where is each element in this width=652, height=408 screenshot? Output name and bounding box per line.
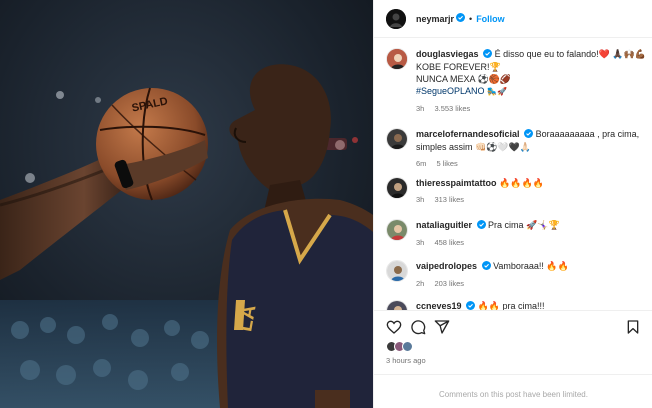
comment-username[interactable]: vaipedrolopes bbox=[416, 261, 477, 271]
liked-by-avatars[interactable] bbox=[386, 341, 413, 353]
comment-username[interactable]: marcelofernandesoficial bbox=[416, 129, 520, 139]
verified-badge-icon bbox=[524, 129, 534, 141]
comments-list[interactable]: douglasviegas É disso que eu to falando!… bbox=[374, 38, 652, 310]
comment-icon[interactable] bbox=[410, 319, 426, 335]
caption-likes[interactable]: 3.553 likes bbox=[434, 104, 470, 113]
author-username[interactable]: neymarjr bbox=[416, 14, 454, 24]
comment-meta: 2h 203 likes bbox=[416, 279, 646, 289]
instagram-post: SPALD LA neymarjr • Follow douglasviegas… bbox=[0, 0, 652, 408]
commenter-avatar[interactable] bbox=[386, 177, 408, 199]
comment-meta: 6m 5 likes bbox=[416, 159, 646, 169]
caption-username[interactable]: douglasviegas bbox=[416, 49, 479, 59]
comment-text: Vamboraaa!! 🔥🔥 bbox=[493, 261, 569, 271]
comment-time[interactable]: 2h bbox=[416, 279, 424, 288]
comment-likes[interactable]: 313 likes bbox=[434, 195, 464, 204]
commenter-avatar[interactable] bbox=[386, 260, 408, 282]
comment-body: ccneves19 🔥🔥 pra cima!!! bbox=[416, 300, 646, 310]
comment-meta: 3h 313 likes bbox=[416, 195, 646, 205]
comment-username[interactable]: thieresspaimtattoo bbox=[416, 178, 497, 188]
comment-body: nataliaguitler Pra cima 🚀🤸🏼‍♀️🏆 3h 458 l… bbox=[416, 219, 646, 248]
post-photo[interactable]: SPALD LA bbox=[0, 0, 373, 408]
verified-badge-icon bbox=[476, 220, 486, 232]
comment-username[interactable]: ccneves19 bbox=[416, 301, 462, 310]
comment-username[interactable]: nataliaguitler bbox=[416, 220, 472, 230]
bookmark-icon[interactable] bbox=[625, 319, 641, 335]
share-icon[interactable] bbox=[434, 319, 450, 335]
comments-limited-notice: Comments on this post have been limited. bbox=[374, 374, 652, 408]
liker-avatar bbox=[402, 341, 413, 352]
comment-time[interactable]: 6m bbox=[416, 159, 426, 168]
post-timestamp[interactable]: 3 hours ago bbox=[386, 356, 426, 365]
commenter-avatar[interactable] bbox=[386, 48, 408, 70]
comment-likes[interactable]: 458 likes bbox=[434, 238, 464, 247]
caption-line-1: É disso que eu to falando!❤️ 🙏🏿🙌🏾💪🏾 bbox=[494, 49, 646, 59]
commenter-avatar[interactable] bbox=[386, 219, 408, 241]
comment-body: marcelofernandesoficial Boraaaaaaaaa , p… bbox=[416, 128, 646, 169]
comment-text: 🔥🔥🔥🔥 bbox=[499, 178, 544, 188]
caption-body: douglasviegas É disso que eu to falando!… bbox=[416, 48, 646, 114]
caption-time[interactable]: 3h bbox=[416, 104, 424, 113]
action-bar bbox=[374, 310, 652, 340]
svg-text:LA: LA bbox=[234, 303, 260, 333]
comment-meta: 3h 458 likes bbox=[416, 238, 646, 248]
follow-button[interactable]: Follow bbox=[476, 14, 505, 24]
commenter-avatar[interactable] bbox=[386, 300, 408, 310]
comment-item: marcelofernandesoficial Boraaaaaaaaa , p… bbox=[386, 128, 648, 168]
caption-hashtag[interactable]: #SegueOPLANO bbox=[416, 86, 485, 96]
comment-time[interactable]: 3h bbox=[416, 238, 424, 247]
caption: douglasviegas É disso que eu to falando!… bbox=[386, 48, 648, 124]
verified-badge-icon bbox=[456, 13, 466, 24]
caption-line-3: NUNCA MEXA ⚽️🏀🏈 bbox=[416, 74, 512, 84]
verified-badge-icon bbox=[481, 261, 491, 273]
comment-item: nataliaguitler Pra cima 🚀🤸🏼‍♀️🏆 3h 458 l… bbox=[386, 219, 648, 253]
comment-item: thieresspaimtattoo 🔥🔥🔥🔥 3h 313 likes bbox=[386, 177, 648, 211]
comment-item: ccneves19 🔥🔥 pra cima!!! bbox=[386, 300, 648, 310]
caption-meta: 3h 3.553 likes bbox=[416, 104, 646, 114]
caption-hashtag-emoji: 🛼🚀 bbox=[487, 87, 507, 96]
kobe-basketball-photo: SPALD LA bbox=[0, 0, 373, 408]
comment-time[interactable]: 3h bbox=[416, 195, 424, 204]
comment-likes[interactable]: 5 likes bbox=[437, 159, 458, 168]
heart-icon[interactable] bbox=[386, 319, 402, 335]
post-header: neymarjr • Follow bbox=[374, 0, 652, 38]
header-separator: • bbox=[469, 13, 473, 24]
verified-badge-icon bbox=[483, 49, 493, 61]
comment-item: vaipedrolopes Vamboraaa!! 🔥🔥 2h 203 like… bbox=[386, 260, 648, 294]
caption-line-2: KOBE FOREVER!🏆 bbox=[416, 62, 501, 72]
author-avatar[interactable] bbox=[386, 8, 406, 29]
comment-text: Pra cima 🚀🤸🏼‍♀️🏆 bbox=[488, 220, 560, 230]
commenter-avatar[interactable] bbox=[386, 128, 408, 150]
comment-likes[interactable]: 203 likes bbox=[434, 279, 464, 288]
post-sidebar: neymarjr • Follow douglasviegas É disso … bbox=[373, 0, 652, 408]
verified-badge-icon bbox=[466, 301, 476, 310]
comment-text: 🔥🔥 pra cima!!! bbox=[477, 301, 545, 310]
comment-body: vaipedrolopes Vamboraaa!! 🔥🔥 2h 203 like… bbox=[416, 260, 646, 289]
comment-body: thieresspaimtattoo 🔥🔥🔥🔥 3h 313 likes bbox=[416, 177, 646, 205]
